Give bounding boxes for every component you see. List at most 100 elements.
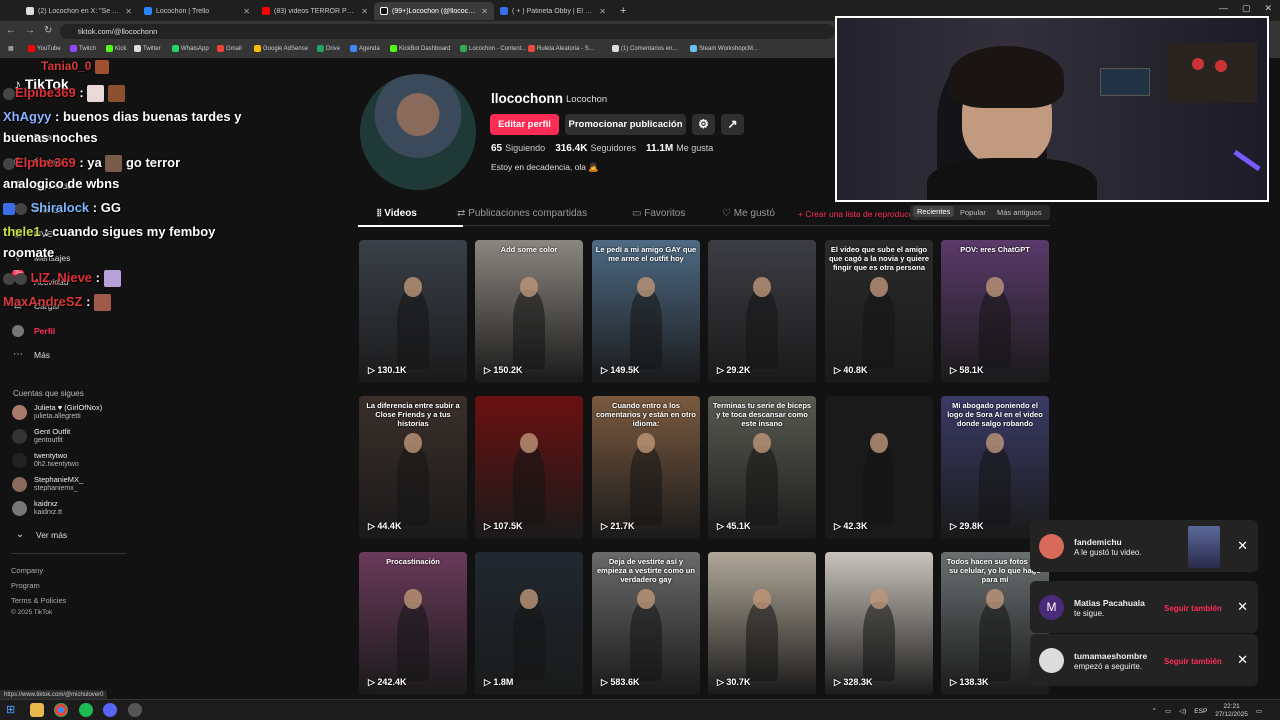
- nav-item-perfil[interactable]: Perfil: [12, 325, 55, 337]
- close-icon[interactable]: ✕: [1237, 599, 1248, 615]
- browser-tab[interactable]: (2) Locochon en X: "Se me cay✕: [20, 2, 138, 20]
- video-thumbnail[interactable]: Le pedí a mi amigo GAY que me arme el ou…: [592, 240, 700, 383]
- clock[interactable]: 22:21 27/12/2025: [1215, 703, 1248, 719]
- close-icon[interactable]: ✕: [243, 7, 250, 16]
- sort-popular[interactable]: Popular: [960, 208, 986, 217]
- video-thumbnail[interactable]: POV: eres ChatGPT ▷ 58.1K: [941, 240, 1049, 383]
- bookmark-item[interactable]: Google AdSense: [254, 45, 308, 52]
- bookmark-item[interactable]: Twitch: [70, 45, 96, 52]
- network-icon[interactable]: ▭: [1165, 707, 1171, 715]
- sort-oldest[interactable]: Más antiguos: [997, 208, 1042, 217]
- windows-start-icon[interactable]: ⊞: [6, 703, 20, 717]
- bookmark-item[interactable]: WhatsApp: [172, 45, 209, 52]
- create-playlist-button[interactable]: + Crear una lista de reproducción: [798, 209, 912, 219]
- nav-item-ms[interactable]: ⋯ Más: [12, 349, 50, 361]
- see-more-button[interactable]: ⌄ Ver más: [14, 529, 67, 541]
- bookmark-item[interactable]: Locochon - Content...: [460, 45, 526, 52]
- promote-post-button[interactable]: Promocionar publicación: [565, 114, 686, 135]
- video-thumbnail[interactable]: ▷ 130.1K: [359, 240, 467, 383]
- profile-avatar[interactable]: [360, 74, 476, 190]
- video-thumbnail[interactable]: Procastinación ▷ 242.4K: [359, 552, 467, 695]
- edit-profile-button[interactable]: Editar perfil: [490, 114, 559, 135]
- video-thumbnail[interactable]: ▷ 107.5K: [475, 396, 583, 539]
- new-tab-button[interactable]: +: [614, 2, 630, 20]
- footer-terms[interactable]: Terms & Policies: [11, 596, 66, 605]
- file-explorer-icon[interactable]: [30, 703, 44, 717]
- bookmark-item[interactable]: Twitter: [134, 45, 161, 52]
- browser-tab[interactable]: (83) videos TERROR PERU - You✕: [256, 2, 374, 20]
- bookmark-item[interactable]: KickBot Dashboard: [390, 45, 450, 52]
- video-figure: [629, 602, 663, 681]
- url-input[interactable]: tiktok.com/@llocochonn: [60, 24, 835, 39]
- bookmark-item[interactable]: Drive: [317, 45, 340, 52]
- video-thumbnail[interactable]: ▷ 29.2K: [708, 240, 816, 383]
- bookmark-item[interactable]: Gmail: [217, 45, 242, 52]
- maximize-icon[interactable]: ▢: [1242, 3, 1251, 14]
- followed-account[interactable]: kaidrxz kaidrxz.tt: [12, 499, 62, 517]
- volume-icon[interactable]: ◁): [1179, 707, 1186, 715]
- video-thumbnail[interactable]: ▷ 1.8M: [475, 552, 583, 695]
- video-thumbnail[interactable]: Cuando entro a los comentarios y están e…: [592, 396, 700, 539]
- discord-icon[interactable]: [103, 703, 117, 717]
- bookmark-item[interactable]: Agenda: [350, 45, 380, 52]
- video-thumbnail[interactable]: ▷ 328.3K: [825, 552, 933, 695]
- notification-toast[interactable]: M Matias Pacahuala te sigue. Seguir también…: [1030, 581, 1258, 633]
- followers-label[interactable]: Seguidores: [590, 143, 636, 153]
- video-thumbnail[interactable]: Add some color ▷ 150.2K: [475, 240, 583, 383]
- share-icon[interactable]: ↗: [721, 114, 744, 135]
- close-icon[interactable]: ✕: [481, 7, 488, 16]
- language-indicator[interactable]: ESP: [1194, 708, 1207, 715]
- video-preview-thumbnail[interactable]: [1188, 526, 1220, 568]
- chrome-icon[interactable]: [54, 703, 68, 717]
- tab-liked[interactable]: ♡ Me gustó: [722, 208, 775, 219]
- followed-account[interactable]: StephanieMX_ stephaniemx_: [12, 475, 83, 493]
- video-thumbnail[interactable]: Mi abogado poniendo el logo de Sora AI e…: [941, 396, 1049, 539]
- follow-back-button[interactable]: Seguir también: [1164, 657, 1222, 666]
- minimize-icon[interactable]: —: [1219, 3, 1228, 14]
- bookmark-item[interactable]: Kick: [106, 45, 126, 52]
- obs-icon[interactable]: [128, 703, 142, 717]
- window-controls: — ▢ ✕: [1219, 3, 1272, 14]
- play-icon: ▷: [717, 677, 727, 687]
- follow-back-button[interactable]: Seguir también: [1164, 604, 1222, 613]
- reload-icon[interactable]: ↻: [44, 25, 52, 36]
- close-icon[interactable]: ✕: [125, 7, 132, 16]
- followed-account[interactable]: twentytwo 0h2.twentytwo: [12, 451, 79, 469]
- bookmark-item[interactable]: Ruleta Aleatoria - S...: [528, 45, 594, 52]
- video-thumbnail[interactable]: Deja de vestirte así y empieza a vestirt…: [592, 552, 700, 695]
- browser-tab-active[interactable]: (99+)Locochon (@llocochonn) ✕: [374, 2, 494, 20]
- followed-account[interactable]: Gent Outfit gentoutfit: [12, 427, 70, 445]
- browser-tab[interactable]: Locochon | Trello ✕: [138, 2, 256, 20]
- video-thumbnail[interactable]: La diferencia entre subir a Close Friend…: [359, 396, 467, 539]
- spotify-icon[interactable]: [79, 703, 93, 717]
- following-label[interactable]: Siguiendo: [505, 143, 545, 153]
- close-icon[interactable]: ✕: [1237, 538, 1248, 554]
- footer-company[interactable]: Company: [11, 566, 43, 575]
- sort-recent[interactable]: Recientes: [913, 206, 955, 217]
- tab-videos[interactable]: ⦙⦙ Videos: [377, 208, 417, 219]
- settings-gear-icon[interactable]: ⚙: [692, 114, 715, 135]
- chevron-up-icon[interactable]: ⌃: [1152, 707, 1157, 715]
- apps-icon[interactable]: ▦: [8, 45, 14, 52]
- notification-toast[interactable]: tumamaeshombre empezó a seguirte. Seguir t…: [1030, 634, 1258, 686]
- tab-favorites[interactable]: ▭ Favoritos: [632, 208, 685, 219]
- followed-account[interactable]: Julieta ♥ (GirlOfNox) julieta.allegretti: [12, 403, 102, 421]
- bookmark-item[interactable]: (1) Comentarios en...: [612, 45, 677, 52]
- close-icon[interactable]: ✕: [361, 7, 368, 16]
- video-thumbnail[interactable]: ▷ 30.7K: [708, 552, 816, 695]
- video-thumbnail[interactable]: Terminas tu serie de biceps y te toca de…: [708, 396, 816, 539]
- back-icon[interactable]: ←: [6, 25, 16, 36]
- bookmark-item[interactable]: Steam WorkshopcM...: [690, 45, 758, 52]
- footer-program[interactable]: Program: [11, 581, 40, 590]
- close-icon[interactable]: ✕: [1237, 652, 1248, 668]
- notification-icon[interactable]: ▭: [1256, 707, 1262, 715]
- tab-reposts[interactable]: ⇄ Publicaciones compartidas: [457, 208, 587, 219]
- notification-toast[interactable]: fandemichu A le gustó tu video. ✕: [1030, 520, 1258, 572]
- bookmark-item[interactable]: YouTube: [28, 45, 61, 52]
- forward-icon[interactable]: →: [25, 25, 35, 36]
- close-window-icon[interactable]: ✕: [1264, 3, 1272, 14]
- close-icon[interactable]: ✕: [599, 7, 606, 16]
- browser-tab[interactable]: ( + ) Patineta Obby | El sitio ✕: [494, 2, 612, 20]
- video-thumbnail[interactable]: El video que sube el amigo que cagó a la…: [825, 240, 933, 383]
- video-thumbnail[interactable]: ▷ 42.3K: [825, 396, 933, 539]
